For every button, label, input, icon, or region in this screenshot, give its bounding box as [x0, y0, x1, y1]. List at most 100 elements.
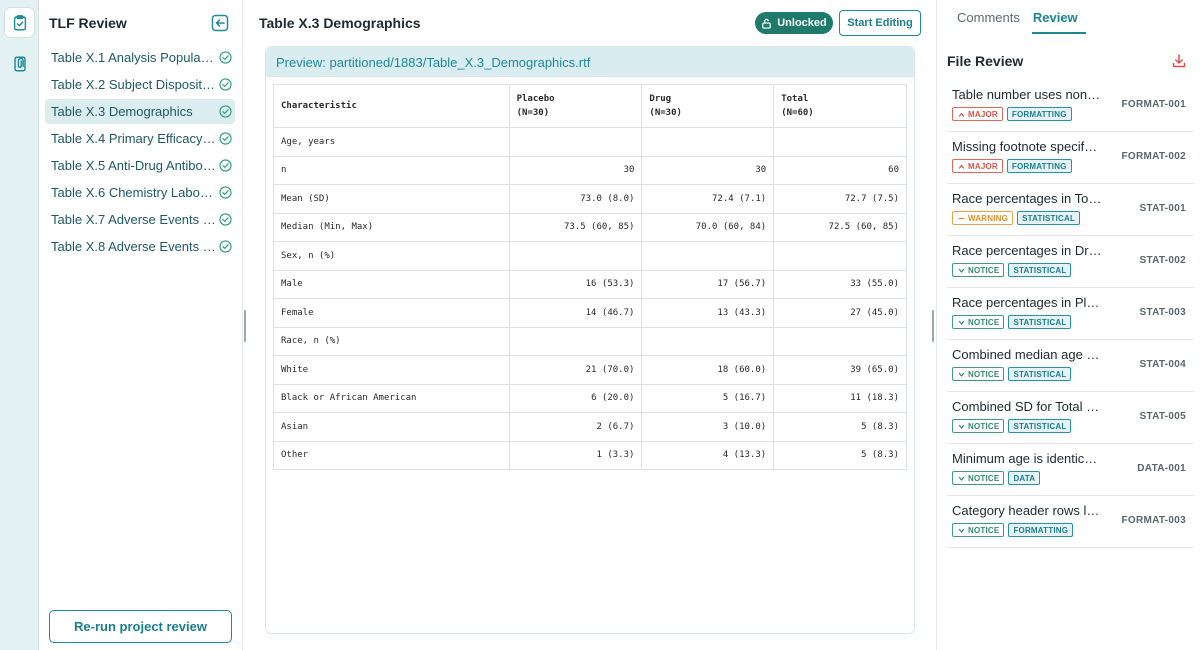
- severity-label: NOTICE: [968, 265, 1000, 275]
- severity-label: MAJOR: [968, 109, 998, 119]
- finding-tags: WARNING STATISTICAL: [952, 211, 1081, 225]
- table-row: Race, n (%): [273, 326, 907, 356]
- severity-badge: NOTICE: [952, 263, 1005, 277]
- finding-item[interactable]: Combined median age for Total NOTICE STATI…: [947, 340, 1194, 392]
- severity-badge: NOTICE: [952, 471, 1005, 485]
- table-row: Asian 2 (6.7) 3 (10.0) 5 (8.3): [273, 412, 907, 442]
- row-label-cell: Median (Min, Max): [273, 212, 510, 242]
- value-cell: [508, 127, 643, 157]
- finding-item[interactable]: Race percentages in Drug column NOTICE STA…: [947, 236, 1194, 288]
- finding-item[interactable]: Race percentages in Placebo column NOTICE…: [947, 288, 1194, 340]
- tab-review[interactable]: Review: [1031, 0, 1086, 34]
- finding-title: Missing footnote specifying analysis pop…: [952, 139, 1102, 154]
- value-cell: 3 (10.0): [641, 412, 775, 442]
- finding-tags: NOTICE STATISTICAL: [952, 419, 1072, 433]
- finding-code: DATA-001: [1137, 463, 1186, 474]
- value-cell: 5 (8.3): [773, 412, 907, 442]
- lock-status-badge: Unlocked: [755, 12, 833, 34]
- value-cell: 30: [641, 155, 775, 185]
- review-tabs: Comments Review: [957, 0, 1086, 34]
- column-header-name: Drug: [649, 94, 672, 104]
- icon-rail: [0, 0, 39, 650]
- table-row: Other 1 (3.3) 4 (13.3) 5 (8.3): [273, 440, 907, 470]
- main-panel: Table X.3 Demographics Unlocked Start Ed…: [243, 0, 937, 650]
- chevron-down-icon: [958, 476, 965, 481]
- severity-badge: WARNING: [952, 211, 1014, 225]
- start-editing-button[interactable]: Start Editing: [839, 10, 921, 36]
- value-cell: 73.0 (8.0): [508, 184, 643, 214]
- column-header-name: Total: [781, 94, 809, 104]
- table-list: Table X.1 Analysis Populations Table X.2 …: [45, 45, 235, 261]
- sidebar-table-item[interactable]: Table X.8 Adverse Events by Severity: [45, 234, 235, 259]
- sidebar-table-item[interactable]: Table X.3 Demographics: [45, 99, 235, 124]
- value-cell: 5 (8.3): [773, 440, 907, 470]
- finding-item[interactable]: Combined SD for Total age NOTICE STATISTIC…: [947, 392, 1194, 444]
- finding-tags: NOTICE STATISTICAL: [952, 367, 1072, 381]
- row-label-cell: Female: [273, 298, 510, 328]
- check-circle-icon: [219, 240, 232, 253]
- finding-code: STAT-002: [1139, 255, 1186, 266]
- category-badge: FORMATTING: [1008, 523, 1074, 537]
- left-resize-handle[interactable]: [244, 310, 246, 342]
- finding-item[interactable]: Category header rows lack values NOTICE FO…: [947, 496, 1194, 548]
- table-row: Mean (SD) 73.0 (8.0) 72.4 (7.1) 72.7 (7.5): [273, 184, 907, 214]
- finding-code: FORMAT-003: [1121, 515, 1186, 526]
- findings-list: Table number uses non-standard format MAJ…: [947, 80, 1194, 548]
- finding-item[interactable]: Missing footnote specifying analysis pop…: [947, 132, 1194, 184]
- table-row: Black or African American 6 (20.0) 5 (16.7…: [273, 383, 907, 413]
- dash-icon: [958, 217, 965, 219]
- value-cell: 18 (60.0): [641, 355, 775, 385]
- table-header-row: Characteristic Placebo (N=30) Drug (N=30) Tot…: [273, 84, 907, 128]
- category-badge: FORMATTING: [1006, 159, 1072, 173]
- collapse-sidebar-icon[interactable]: [211, 14, 229, 32]
- value-cell: [641, 127, 775, 157]
- sidebar-table-item[interactable]: Table X.5 Anti-Drug Antibodies: [45, 153, 235, 178]
- clipboard-check-icon[interactable]: [5, 8, 34, 37]
- finding-item[interactable]: Race percentages in Total column WARNING S…: [947, 184, 1194, 236]
- value-cell: [641, 241, 775, 271]
- category-badge: STATISTICAL: [1008, 315, 1072, 329]
- category-badge: DATA: [1008, 471, 1041, 485]
- sidebar-table-label: Table X.1 Analysis Populations: [51, 50, 217, 65]
- sidebar-table-item[interactable]: Table X.2 Subject Disposition: [45, 72, 235, 97]
- download-icon[interactable]: [1171, 53, 1187, 69]
- value-cell: 73.5 (60, 85): [508, 212, 643, 242]
- finding-item[interactable]: Minimum age is identical across arms NOTI…: [947, 444, 1194, 496]
- finding-title: Race percentages in Placebo column: [952, 295, 1102, 310]
- table-row: n 30 30 60: [273, 155, 907, 185]
- paperclip-icon[interactable]: [5, 49, 34, 78]
- sidebar-table-item[interactable]: Table X.4 Primary Efficacy Analysis: [45, 126, 235, 151]
- row-label-cell: White: [273, 355, 510, 385]
- severity-label: NOTICE: [968, 473, 1000, 483]
- value-cell: 13 (43.3): [641, 298, 775, 328]
- finding-item[interactable]: Table number uses non-standard format MAJ…: [947, 80, 1194, 132]
- chevron-up-icon: [958, 112, 965, 117]
- column-header-n: (N=30): [516, 108, 550, 118]
- sidebar-table-item[interactable]: Table X.1 Analysis Populations: [45, 45, 235, 70]
- value-cell: 4 (13.3): [641, 440, 775, 470]
- sidebar-table-item[interactable]: Table X.7 Adverse Events by SOC: [45, 207, 235, 232]
- severity-badge: NOTICE: [952, 523, 1005, 537]
- row-label-cell: Race, n (%): [273, 326, 510, 356]
- finding-title: Category header rows lack values: [952, 503, 1102, 518]
- sidebar-table-label: Table X.8 Adverse Events by Severity: [51, 239, 217, 254]
- finding-title: Race percentages in Drug column: [952, 243, 1102, 258]
- check-circle-icon: [219, 132, 232, 145]
- category-badge: STATISTICAL: [1017, 211, 1081, 225]
- table-row: Age, years: [273, 127, 907, 157]
- value-cell: 21 (70.0): [508, 355, 643, 385]
- severity-label: NOTICE: [968, 317, 1000, 327]
- chevron-down-icon: [958, 424, 965, 429]
- sidebar-table-item[interactable]: Table X.6 Chemistry Laboratory: [45, 180, 235, 205]
- finding-tags: NOTICE STATISTICAL: [952, 315, 1072, 329]
- value-cell: 60: [773, 155, 907, 185]
- tlf-sidebar: TLF Review Table X.1 Analysis Population…: [39, 0, 243, 650]
- right-resize-handle[interactable]: [932, 310, 934, 342]
- value-cell: 72.7 (7.5): [773, 184, 907, 214]
- value-cell: [641, 326, 775, 356]
- tab-comments[interactable]: Comments: [957, 0, 1020, 34]
- rerun-project-review-button[interactable]: Re-run project review: [49, 610, 232, 643]
- row-label-cell: Male: [273, 269, 510, 299]
- value-cell: 33 (55.0): [773, 269, 907, 299]
- check-circle-icon: [219, 105, 232, 118]
